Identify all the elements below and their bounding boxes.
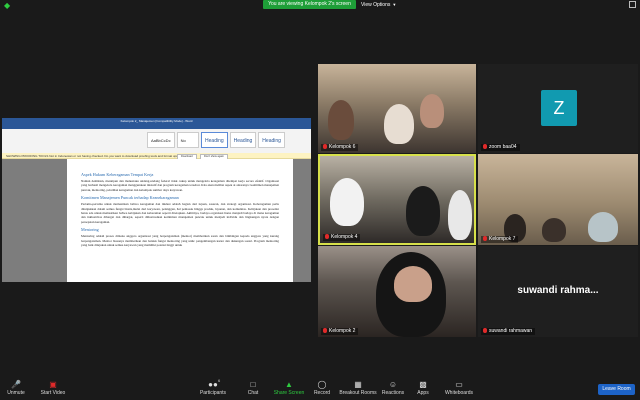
participants-icon: ●● [208, 380, 218, 389]
start-video-button[interactable]: ▣ Start Video [36, 377, 70, 400]
breakout-rooms-button[interactable]: ▦ Breakout Rooms [338, 377, 378, 400]
chat-icon: □ [250, 380, 256, 389]
doc-heading: Mentoring [81, 227, 99, 233]
muted-mic-icon [483, 236, 487, 242]
proofing-notice-text: SHOWING PROOFING TOOLS Not in Indonesian… [6, 154, 186, 158]
video-tile[interactable]: Kelompok 7 [478, 154, 638, 245]
style-heading-3[interactable]: Heading 3 [258, 132, 285, 160]
tile-name: Kelompok 6 [321, 144, 359, 151]
style-normal[interactable]: AaBbCcDc [147, 132, 175, 148]
participant-figure [420, 94, 444, 128]
view-options-label: View Options [361, 2, 391, 8]
reactions-button[interactable]: ☺ Reactions [381, 377, 405, 400]
participant-figure [330, 178, 364, 226]
video-off-icon: ▣ [49, 380, 57, 389]
fullscreen-icon[interactable] [629, 1, 636, 8]
muted-mic-icon [323, 144, 327, 150]
muted-mic-icon [325, 234, 329, 240]
doc-heading: Aspek Hukum Keberagaman Tempat Kerja [81, 172, 154, 177]
tile-name: zoom baa04 [481, 144, 520, 151]
top-bar: ◆ You are viewing Kelompok 2's screen Vi… [0, 0, 640, 10]
avatar: Z [541, 90, 577, 126]
unmute-button[interactable]: 🎤 Unmute [2, 377, 30, 400]
whiteboards-button[interactable]: ▭ Whiteboards [442, 377, 476, 400]
chat-button[interactable]: □ Chat [243, 377, 263, 400]
style-no-spacing[interactable]: No Spacing [176, 132, 200, 159]
share-screen-icon: ▲ [285, 380, 293, 389]
style-heading-1[interactable]: Heading 1 [201, 132, 228, 160]
bottom-toolbar: 🎤 Unmute ▣ Start Video ●● 6 Participants… [0, 377, 640, 400]
doc-paragraph: Mentoring adalah proses dimana anggota o… [81, 234, 279, 248]
document-page[interactable]: Aspek Hukum Keberagaman Tempat Kerja Nam… [67, 159, 293, 282]
record-icon: ◯ [317, 380, 327, 389]
style-heading-2[interactable]: Heading 2 [229, 132, 257, 160]
shield-icon[interactable]: ◆ [4, 2, 12, 10]
whiteboard-icon: ▭ [455, 380, 463, 389]
participant-figure [328, 100, 354, 140]
doc-heading: Komitmen Manajemen Puncak terhadap Keane… [81, 195, 179, 201]
muted-mic-icon [483, 144, 487, 150]
breakout-rooms-icon: ▦ [354, 380, 362, 389]
video-tile-active-speaker[interactable]: Kelompok 4 [318, 154, 476, 245]
participant-figure [542, 218, 566, 242]
video-tile[interactable]: Kelompok 6 [318, 64, 476, 153]
record-button[interactable]: ◯ Record [310, 377, 334, 400]
muted-mic-icon [323, 328, 327, 334]
viewing-banner: You are viewing Kelompok 2's screen [263, 0, 356, 9]
participant-figure [406, 186, 440, 236]
word-ribbon: AaBbCcDc No Spacing Heading 1 Heading 2 … [2, 129, 311, 160]
participants-button[interactable]: ●● 6 Participants [196, 377, 230, 400]
styles-gallery: AaBbCcDc No Spacing Heading 1 Heading 2 … [147, 132, 285, 160]
muted-mic-icon [483, 328, 487, 334]
participant-display-name: suwandi rahma... [517, 285, 599, 296]
mic-muted-icon: 🎤 [11, 380, 21, 389]
doc-paragraph: Pertama-pertama untuk memastikan bahwa k… [81, 202, 279, 224]
share-screen-button[interactable]: ▲ Share Screen [272, 377, 306, 400]
view-options-button[interactable]: View Options ▼ [361, 0, 411, 9]
apps-button[interactable]: ▩ Apps [413, 377, 433, 400]
participant-figure [448, 190, 472, 240]
chevron-down-icon: ▼ [392, 2, 397, 7]
doc-paragraph: Namun demikian, meskipun dan manusiaku u… [81, 179, 279, 192]
tile-name: Kelompok 2 [321, 328, 359, 335]
participant-figure [384, 104, 414, 144]
tile-name: Kelompok 7 [481, 236, 519, 243]
participant-face [394, 266, 432, 302]
apps-icon: ▩ [419, 380, 427, 389]
tile-name: suwandi rahmawan [481, 328, 536, 335]
participants-count: 6 [218, 378, 221, 383]
participant-figure [588, 212, 618, 242]
leave-room-button[interactable]: Leave Room [598, 384, 635, 395]
video-tile[interactable]: Kelompok 2 [318, 246, 476, 337]
tile-name: Kelompok 4 [323, 234, 361, 241]
reactions-icon: ☺ [388, 380, 398, 389]
shared-screen: Kelompok 2_ Manajemen [Compatibility Mod… [2, 118, 311, 282]
